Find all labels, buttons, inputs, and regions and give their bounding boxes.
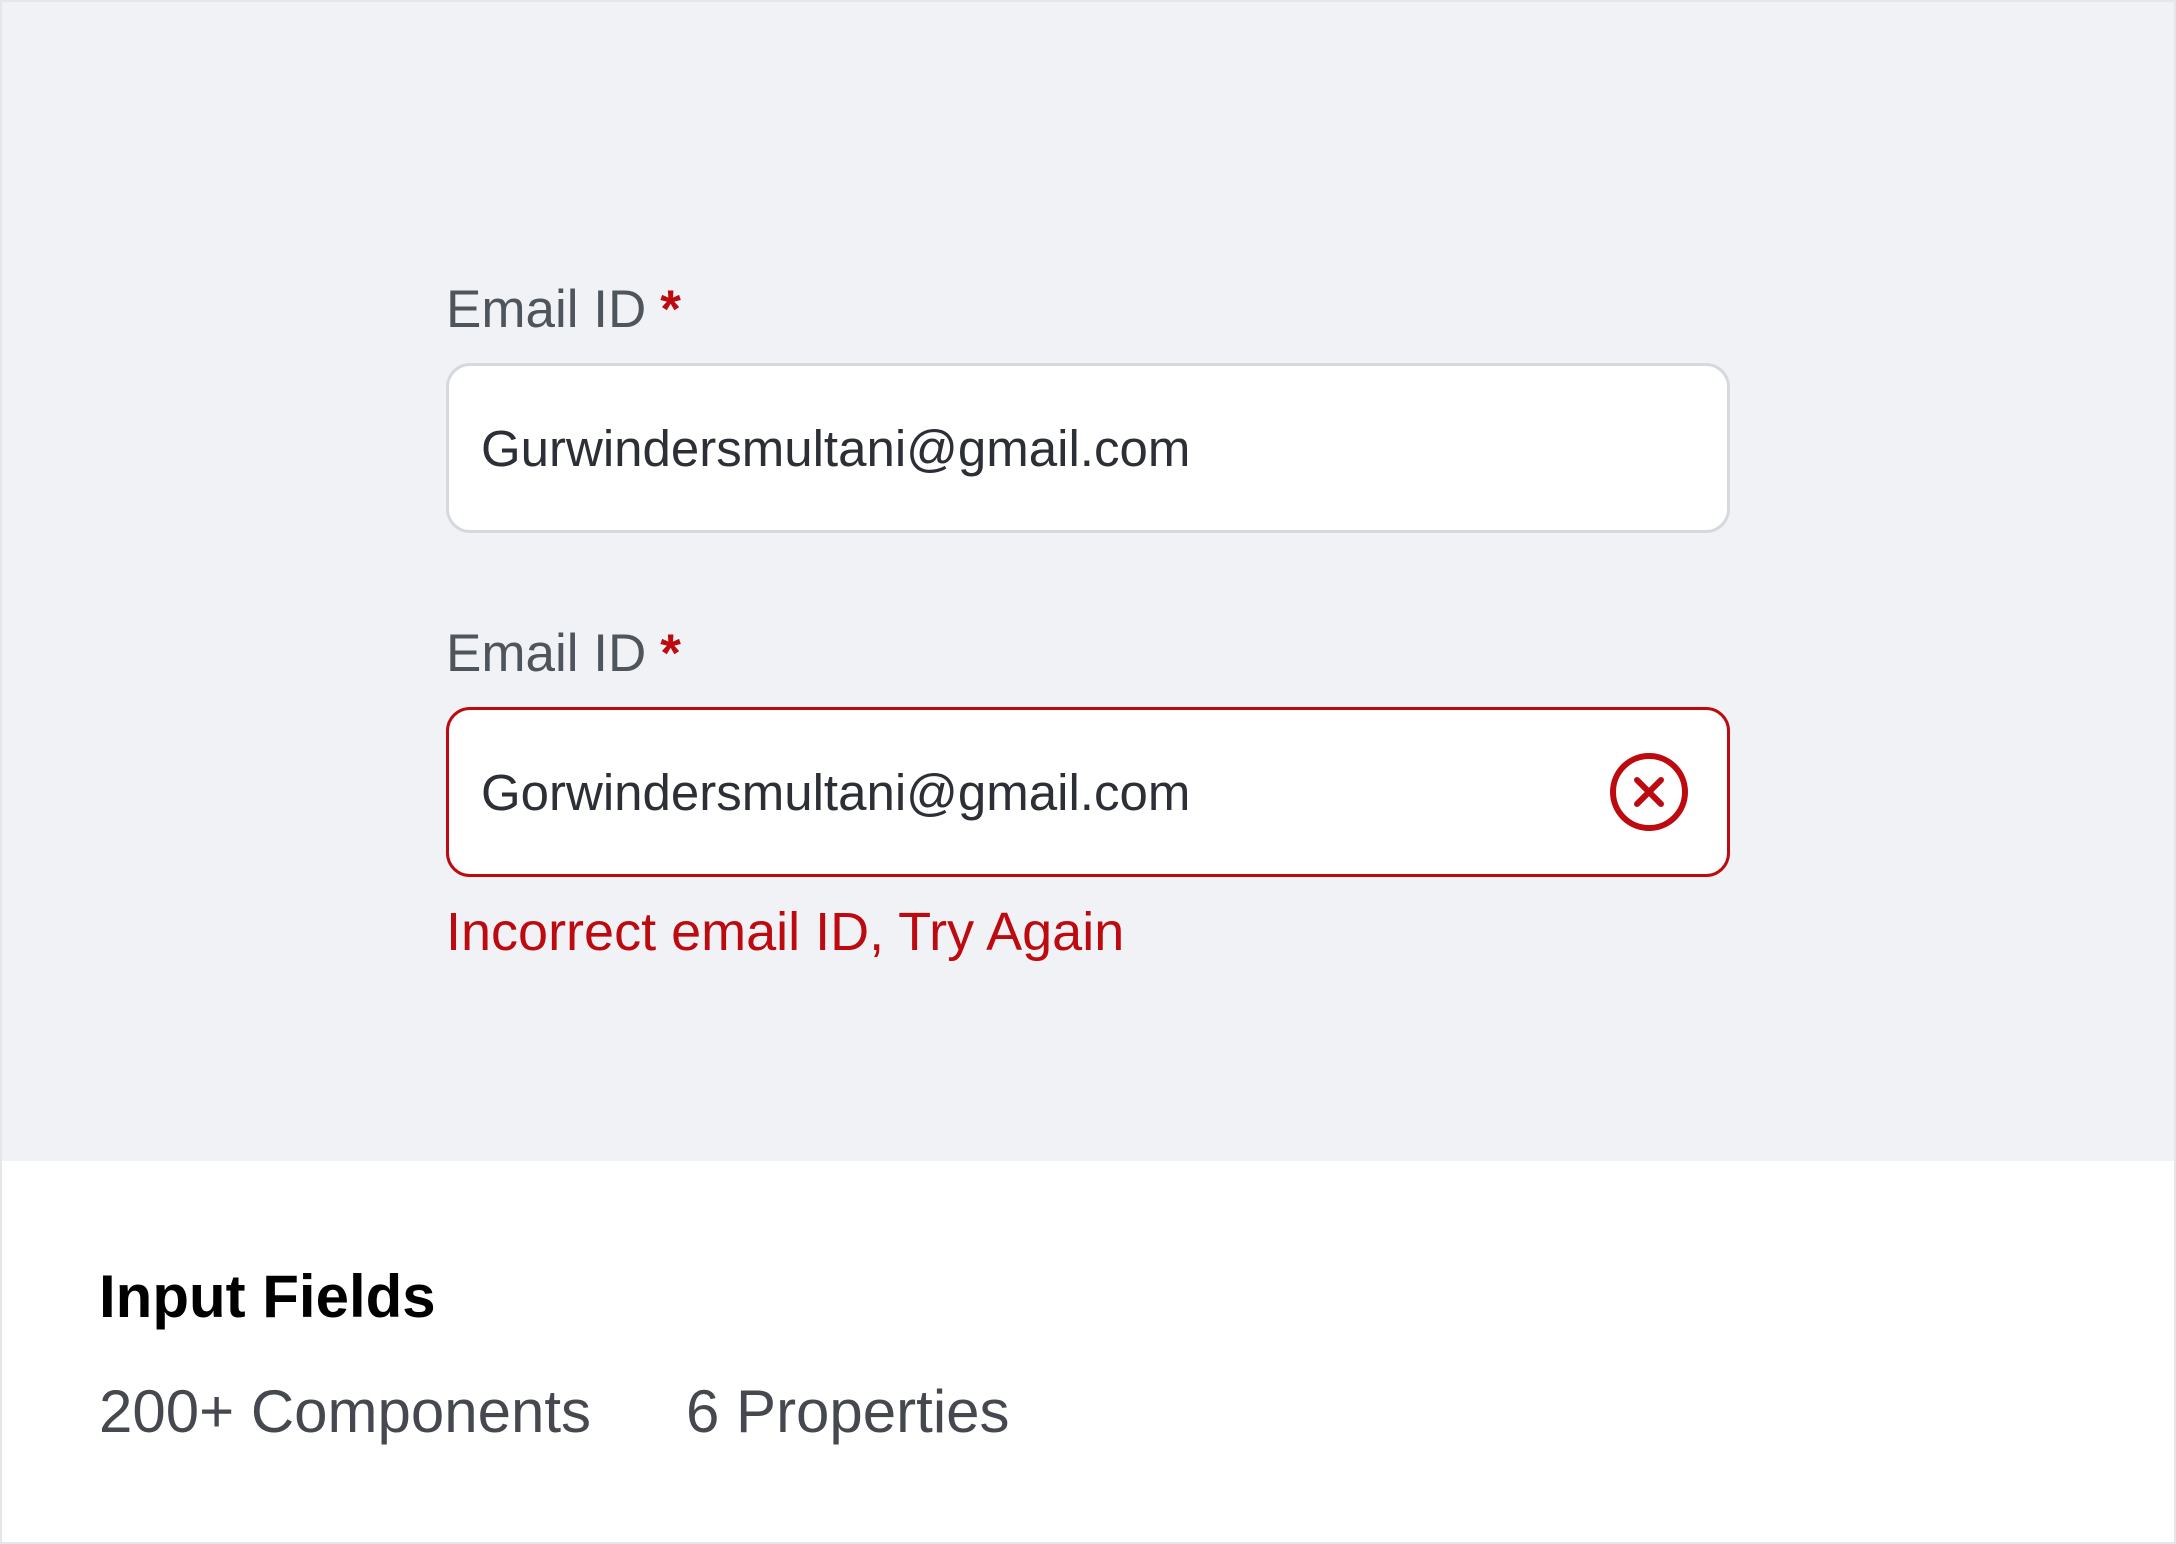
properties-count: 6 Properties bbox=[686, 1378, 1010, 1445]
email-field-label-text: Email ID bbox=[446, 280, 647, 339]
required-asterisk: * bbox=[660, 280, 681, 339]
email-field-label-text: Email ID bbox=[446, 624, 647, 683]
email-field-label-error: Email ID * bbox=[446, 624, 681, 684]
email-input-error[interactable]: Gorwindersmultani@gmail.com bbox=[446, 707, 1730, 877]
error-clear-icon[interactable] bbox=[1609, 752, 1689, 832]
preview-area: Email ID * Gurwindersmultani@gmail.com Em… bbox=[2, 2, 2174, 1161]
email-field-label: Email ID * bbox=[446, 280, 681, 340]
components-count: 200+ Components bbox=[99, 1378, 592, 1445]
error-message: Incorrect email ID, Try Again bbox=[446, 902, 1125, 962]
email-input-value[interactable]: Gurwindersmultani@gmail.com bbox=[481, 419, 1689, 478]
email-input-value[interactable]: Gorwindersmultani@gmail.com bbox=[481, 763, 1609, 822]
required-asterisk: * bbox=[660, 624, 681, 683]
email-input-default[interactable]: Gurwindersmultani@gmail.com bbox=[446, 363, 1730, 533]
component-meta: 200+ Components 6 Properties bbox=[99, 1377, 1010, 1447]
component-title: Input Fields bbox=[99, 1263, 436, 1330]
component-card: Email ID * Gurwindersmultani@gmail.com Em… bbox=[0, 0, 2176, 1544]
